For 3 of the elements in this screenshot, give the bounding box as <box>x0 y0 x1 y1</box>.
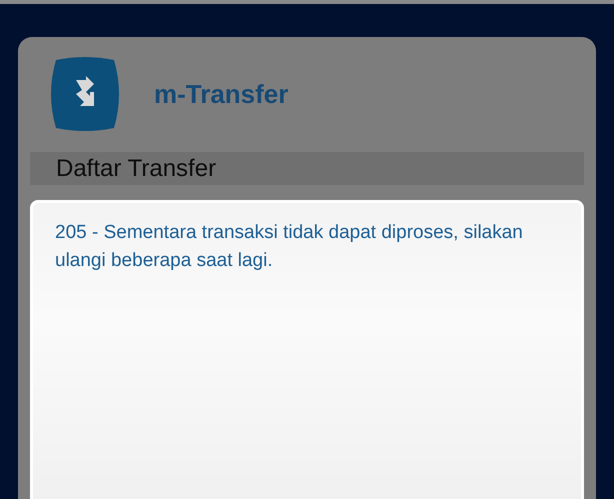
error-message: 205 - Sementara transaksi tidak dapat diproses, silakan ulangi beberapa saat lagi. <box>55 221 524 273</box>
section-title: Daftar Transfer <box>56 154 216 182</box>
app-title: m-Transfer <box>154 78 288 110</box>
